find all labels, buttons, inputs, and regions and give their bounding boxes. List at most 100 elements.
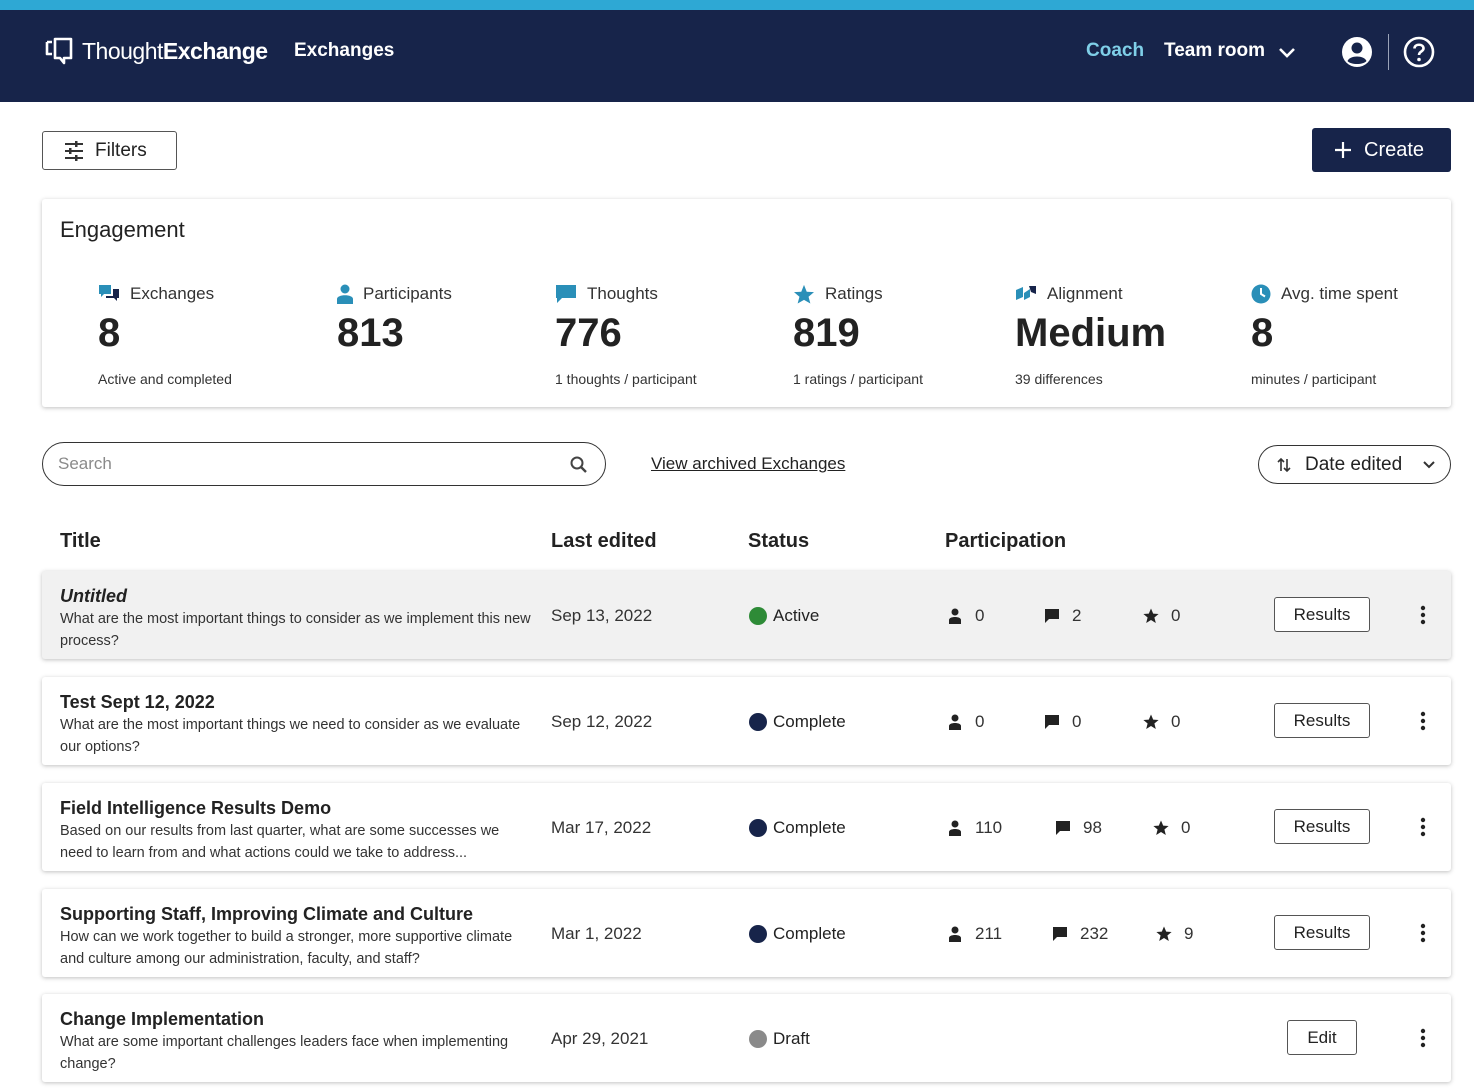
stat-ratings: Ratings 819 1 ratings / participant — [793, 284, 923, 387]
chevron-down-icon[interactable] — [1276, 42, 1298, 64]
star-icon — [1143, 608, 1159, 623]
star-icon — [1156, 926, 1172, 941]
stat-value: 776 — [555, 311, 622, 355]
thoughts-count: 232 — [1052, 924, 1108, 944]
logo-icon — [45, 37, 73, 65]
more-options-icon[interactable] — [1412, 922, 1434, 944]
table-row[interactable]: Supporting Staff, Improving Climate and … — [42, 889, 1451, 977]
status-dot — [749, 607, 767, 625]
header-last-edited[interactable]: Last edited — [551, 530, 657, 553]
status-badge: Draft — [749, 1029, 810, 1049]
filters-button[interactable]: Filters — [42, 131, 177, 170]
results-button[interactable]: Results — [1274, 597, 1370, 632]
status-dot — [749, 925, 767, 943]
more-options-icon[interactable] — [1412, 1027, 1434, 1049]
results-button[interactable]: Results — [1274, 915, 1370, 950]
thoughts-count: 0 — [1044, 712, 1081, 732]
ratings-count: 0 — [1143, 712, 1180, 732]
status-dot — [749, 819, 767, 837]
status-badge: Complete — [749, 924, 846, 944]
row-description: Based on our results from last quarter, … — [60, 823, 500, 861]
star-icon — [794, 284, 814, 304]
view-archived-link[interactable]: View archived Exchanges — [651, 454, 845, 474]
row-title[interactable]: Untitled — [60, 586, 127, 607]
row-title[interactable]: Supporting Staff, Improving Climate and … — [60, 904, 473, 925]
participants-count: 0 — [947, 606, 984, 626]
stat-alignment: Alignment Medium 39 differences — [1015, 284, 1167, 387]
filters-label: Filters — [95, 139, 147, 161]
more-options-icon[interactable] — [1412, 816, 1434, 838]
star-icon — [1143, 714, 1159, 729]
exchanges-icon — [99, 285, 119, 301]
logo-text: ThoughtExchange — [82, 37, 268, 64]
stat-value: 8 — [1251, 311, 1274, 355]
results-button[interactable]: Results — [1274, 809, 1370, 844]
nav-coach-link[interactable]: Coach — [1086, 40, 1144, 62]
help-icon[interactable] — [1403, 36, 1435, 68]
ratings-count: 0 — [1153, 818, 1190, 838]
status-badge: Active — [749, 606, 819, 626]
status-dot — [749, 713, 767, 731]
row-description: What are the most important things we ne… — [60, 717, 521, 755]
stat-avg-time: Avg. time spent 8 minutes / participant — [1251, 284, 1398, 387]
table-row[interactable]: Untitled What are the most important thi… — [42, 571, 1451, 659]
stat-thoughts: Thoughts 776 1 thoughts / participant — [555, 284, 697, 387]
person-icon — [949, 608, 961, 624]
logo[interactable]: ThoughtExchange — [44, 36, 268, 66]
table-row[interactable]: Test Sept 12, 2022 What are the most imp… — [42, 677, 1451, 765]
row-title[interactable]: Test Sept 12, 2022 — [60, 692, 215, 713]
thoughts-count: 2 — [1044, 606, 1081, 626]
chat-icon — [1053, 927, 1067, 941]
row-date: Apr 29, 2021 — [551, 1029, 649, 1048]
row-title[interactable]: Change Implementation — [60, 1009, 264, 1030]
stat-subtext: 1 thoughts / participant — [555, 371, 697, 387]
user-icon[interactable] — [1341, 36, 1373, 68]
status-badge: Complete — [749, 818, 846, 838]
plus-icon — [1335, 142, 1351, 158]
row-title[interactable]: Field Intelligence Results Demo — [60, 798, 331, 819]
nav-team-room[interactable]: Team room — [1164, 40, 1265, 62]
stat-value: 813 — [337, 311, 404, 355]
stat-participants: Participants 813 — [337, 284, 452, 355]
edit-button[interactable]: Edit — [1287, 1020, 1357, 1055]
ratings-count: 0 — [1143, 606, 1180, 626]
table-row[interactable]: Change Implementation What are some impo… — [42, 994, 1451, 1082]
sliders-icon — [65, 140, 83, 161]
nav-exchanges-link[interactable]: Exchanges — [294, 40, 394, 62]
row-date: Sep 13, 2022 — [551, 606, 653, 625]
person-icon — [949, 820, 961, 836]
stat-value: 819 — [793, 311, 860, 355]
engagement-card: Engagement Exchanges 8 Active and comple… — [42, 199, 1451, 407]
stat-subtext: 1 ratings / participant — [793, 371, 923, 387]
stat-subtext: Active and completed — [98, 371, 232, 387]
chat-icon — [1045, 609, 1059, 623]
chat-icon — [1045, 715, 1059, 729]
stat-exchanges: Exchanges 8 Active and completed — [98, 284, 232, 387]
more-options-icon[interactable] — [1412, 710, 1434, 732]
search-input[interactable] — [58, 451, 558, 477]
sort-label: Date edited — [1305, 453, 1403, 475]
person-icon — [949, 926, 961, 942]
stat-value: 8 — [98, 311, 121, 355]
sort-dropdown[interactable]: Date edited — [1258, 445, 1451, 484]
sort-icon — [1277, 457, 1291, 472]
thoughts-count: 98 — [1055, 818, 1102, 838]
stat-subtext: minutes / participant — [1251, 371, 1377, 387]
engagement-title: Engagement — [60, 217, 185, 242]
header-participation: Participation — [945, 530, 1067, 552]
create-label: Create — [1364, 138, 1425, 161]
participants-count: 110 — [947, 818, 1002, 838]
search-box — [42, 442, 606, 486]
create-button[interactable]: Create — [1312, 128, 1451, 172]
participants-count: 211 — [947, 924, 1002, 944]
results-button[interactable]: Results — [1274, 703, 1370, 738]
search-icon[interactable] — [569, 455, 589, 475]
header-title[interactable]: Title — [60, 530, 101, 553]
header-status[interactable]: Status — [748, 530, 809, 553]
row-date: Sep 12, 2022 — [551, 712, 653, 731]
star-icon — [1153, 820, 1169, 835]
table-row[interactable]: Field Intelligence Results Demo Based on… — [42, 783, 1451, 871]
more-options-icon[interactable] — [1412, 604, 1434, 626]
row-date: Mar 17, 2022 — [551, 818, 652, 837]
row-date: Mar 1, 2022 — [551, 924, 642, 943]
